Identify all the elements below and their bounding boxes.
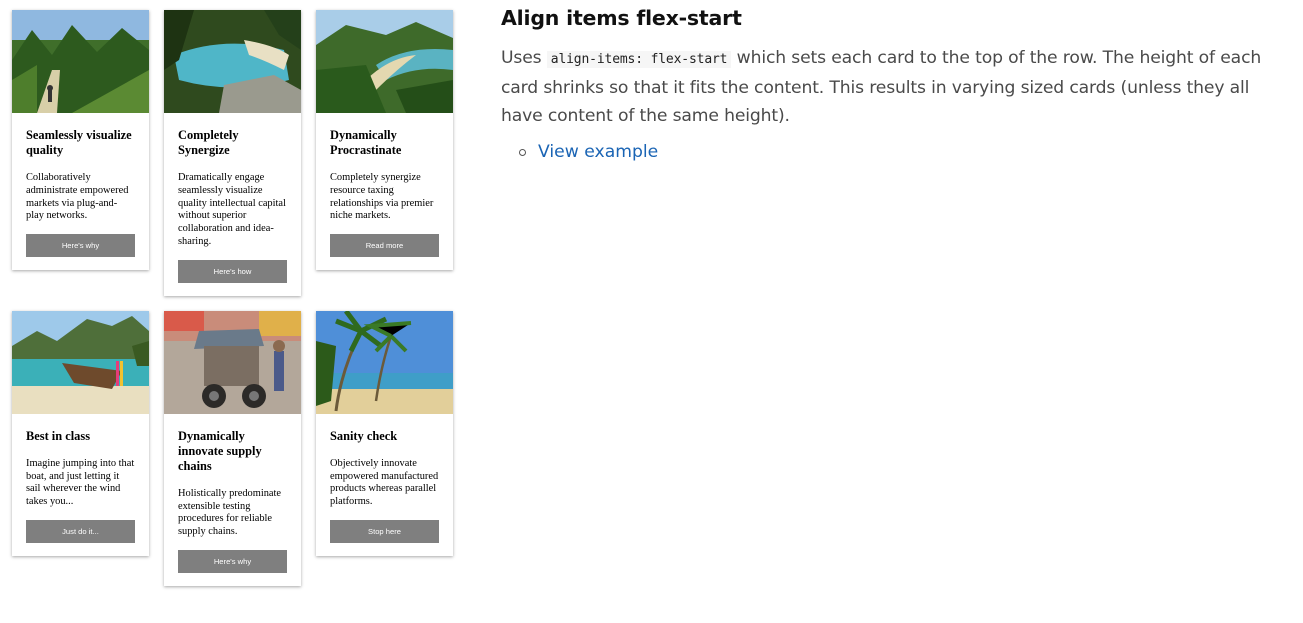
card: Best in class Imagine jumping into that … (12, 310, 149, 556)
card: Completely Synergize Dramatically engage… (164, 10, 301, 296)
cards-row: Best in class Imagine jumping into that … (12, 310, 454, 586)
card-title: Sanity check (330, 428, 398, 443)
article-content: Align items flex-start Uses align-items:… (501, 5, 1281, 164)
card-button[interactable]: Here's why (178, 549, 287, 573)
view-example-link[interactable]: View example (538, 142, 658, 162)
card: Seamlessly visualize quality Collaborati… (12, 10, 149, 271)
paragraph-text-start: Uses (501, 48, 547, 68)
card-title: Seamlessly visualize quality (26, 128, 132, 157)
card-button[interactable]: Here's why (26, 234, 135, 258)
circle-bullet-icon (519, 149, 526, 156)
card-title: Dynamically Procrastinate (330, 128, 402, 157)
article-heading: Align items flex-start (501, 6, 742, 30)
card-title: Best in class (26, 428, 91, 443)
palm-beach-photo (316, 310, 453, 414)
card: Sanity check Objectively innovate empowe… (316, 310, 453, 556)
tuk-tuk-street-photo (164, 310, 301, 414)
longtail-boat-photo (12, 310, 149, 414)
card: Dynamically Procrastinate Completely syn… (316, 10, 453, 271)
card-text: Holistically predominate extensible test… (178, 487, 282, 538)
card-text: Collaboratively administrate empowered m… (26, 172, 129, 222)
list-item: View example (519, 140, 1281, 164)
cards-grid: Seamlessly visualize quality Collaborati… (12, 10, 454, 586)
code-snippet: align-items: flex-start (546, 51, 732, 68)
article-paragraph: Uses align-items: flex-start which sets … (501, 44, 1281, 130)
cards-row: Seamlessly visualize quality Collaborati… (12, 10, 454, 296)
card-button[interactable]: Stop here (330, 519, 439, 543)
card-title: Completely Synergize (178, 128, 239, 157)
card: Dynamically innovate supply chains Holis… (164, 310, 301, 586)
forest-trail-photo (12, 10, 149, 113)
card-text: Imagine jumping into that boat, and just… (26, 457, 135, 508)
cove-beach-photo (164, 10, 301, 113)
link-list: View example (501, 140, 1281, 164)
card-text: Dramatically engage seamlessly visualize… (178, 172, 286, 247)
card-title: Dynamically innovate supply chains (178, 428, 262, 473)
card-text: Completely synergize resource taxing rel… (330, 172, 434, 222)
card-text: Objectively innovate empowered manufactu… (330, 457, 439, 508)
card-button[interactable]: Just do it... (26, 519, 135, 543)
jungle-bay-photo (316, 10, 453, 113)
card-button[interactable]: Here's how (178, 259, 287, 283)
card-button[interactable]: Read more (330, 234, 439, 258)
